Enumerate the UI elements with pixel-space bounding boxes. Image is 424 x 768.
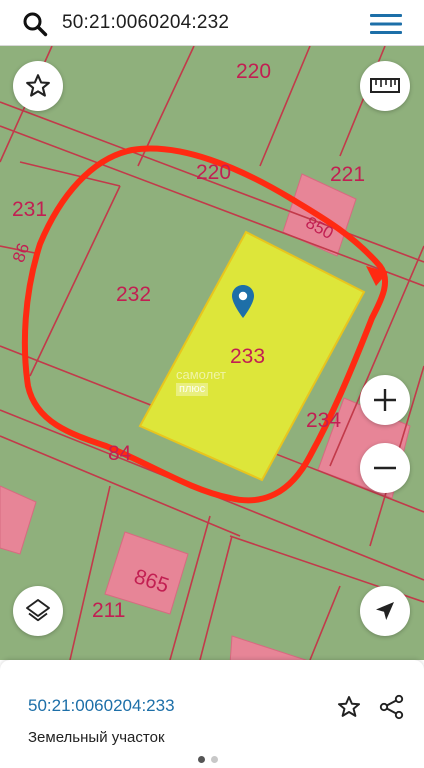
parcel-label-211: 211 xyxy=(92,599,126,622)
parcel-label-231: 231 xyxy=(12,198,48,221)
star-icon xyxy=(26,74,50,97)
locate-button[interactable] xyxy=(360,586,410,636)
navigation-arrow-icon xyxy=(376,602,394,620)
search-query[interactable]: 50:21:0060204:232 xyxy=(62,11,229,35)
object-type: Земельный участок xyxy=(28,729,165,746)
parcel-label-232: 232 xyxy=(116,283,152,306)
favorite-button[interactable] xyxy=(13,61,63,111)
parcel-info-sheet[interactable]: 50:21:0060204:233 Земельный участок xyxy=(0,660,424,768)
sheet-pager xyxy=(198,756,218,763)
map-graphics xyxy=(0,46,424,660)
search-bar[interactable]: 50:21:0060204:232 xyxy=(0,0,424,46)
cadastral-number[interactable]: 50:21:0060204:233 xyxy=(28,695,175,717)
pager-dot-active[interactable] xyxy=(198,756,205,763)
parcel-label-234: 234 xyxy=(306,409,342,432)
cadastral-map[interactable]: 220 221 231 232 233 234 211 865 850 220 … xyxy=(0,46,424,660)
building-left-bottom xyxy=(0,485,37,555)
menu-icon[interactable] xyxy=(370,13,402,35)
layers-button[interactable] xyxy=(13,586,63,636)
building-right-bottom xyxy=(229,635,308,660)
pager-dot[interactable] xyxy=(211,756,218,763)
star-icon[interactable] xyxy=(336,694,362,720)
plus-icon xyxy=(374,389,396,411)
location-pin-icon[interactable] xyxy=(231,284,255,320)
ruler-icon xyxy=(370,78,400,93)
share-icon[interactable] xyxy=(378,693,406,721)
zoom-out-button[interactable] xyxy=(360,443,410,493)
zoom-in-button[interactable] xyxy=(360,375,410,425)
watermark-line2: плюс xyxy=(176,383,209,396)
parcel-label-84: 84 xyxy=(108,442,132,465)
ruler-button[interactable] xyxy=(360,61,410,111)
watermark-line1: самолет xyxy=(176,367,226,382)
parcel-label-221: 221 xyxy=(330,163,366,186)
layers-icon xyxy=(26,599,50,622)
minus-icon xyxy=(374,466,396,470)
parcel-label-220b: 220 xyxy=(196,161,232,184)
search-icon[interactable] xyxy=(22,11,48,37)
watermark: самолет плюс xyxy=(176,368,226,396)
parcel-label-220: 220 xyxy=(236,60,272,83)
parcel-label-233: 233 xyxy=(230,345,266,368)
